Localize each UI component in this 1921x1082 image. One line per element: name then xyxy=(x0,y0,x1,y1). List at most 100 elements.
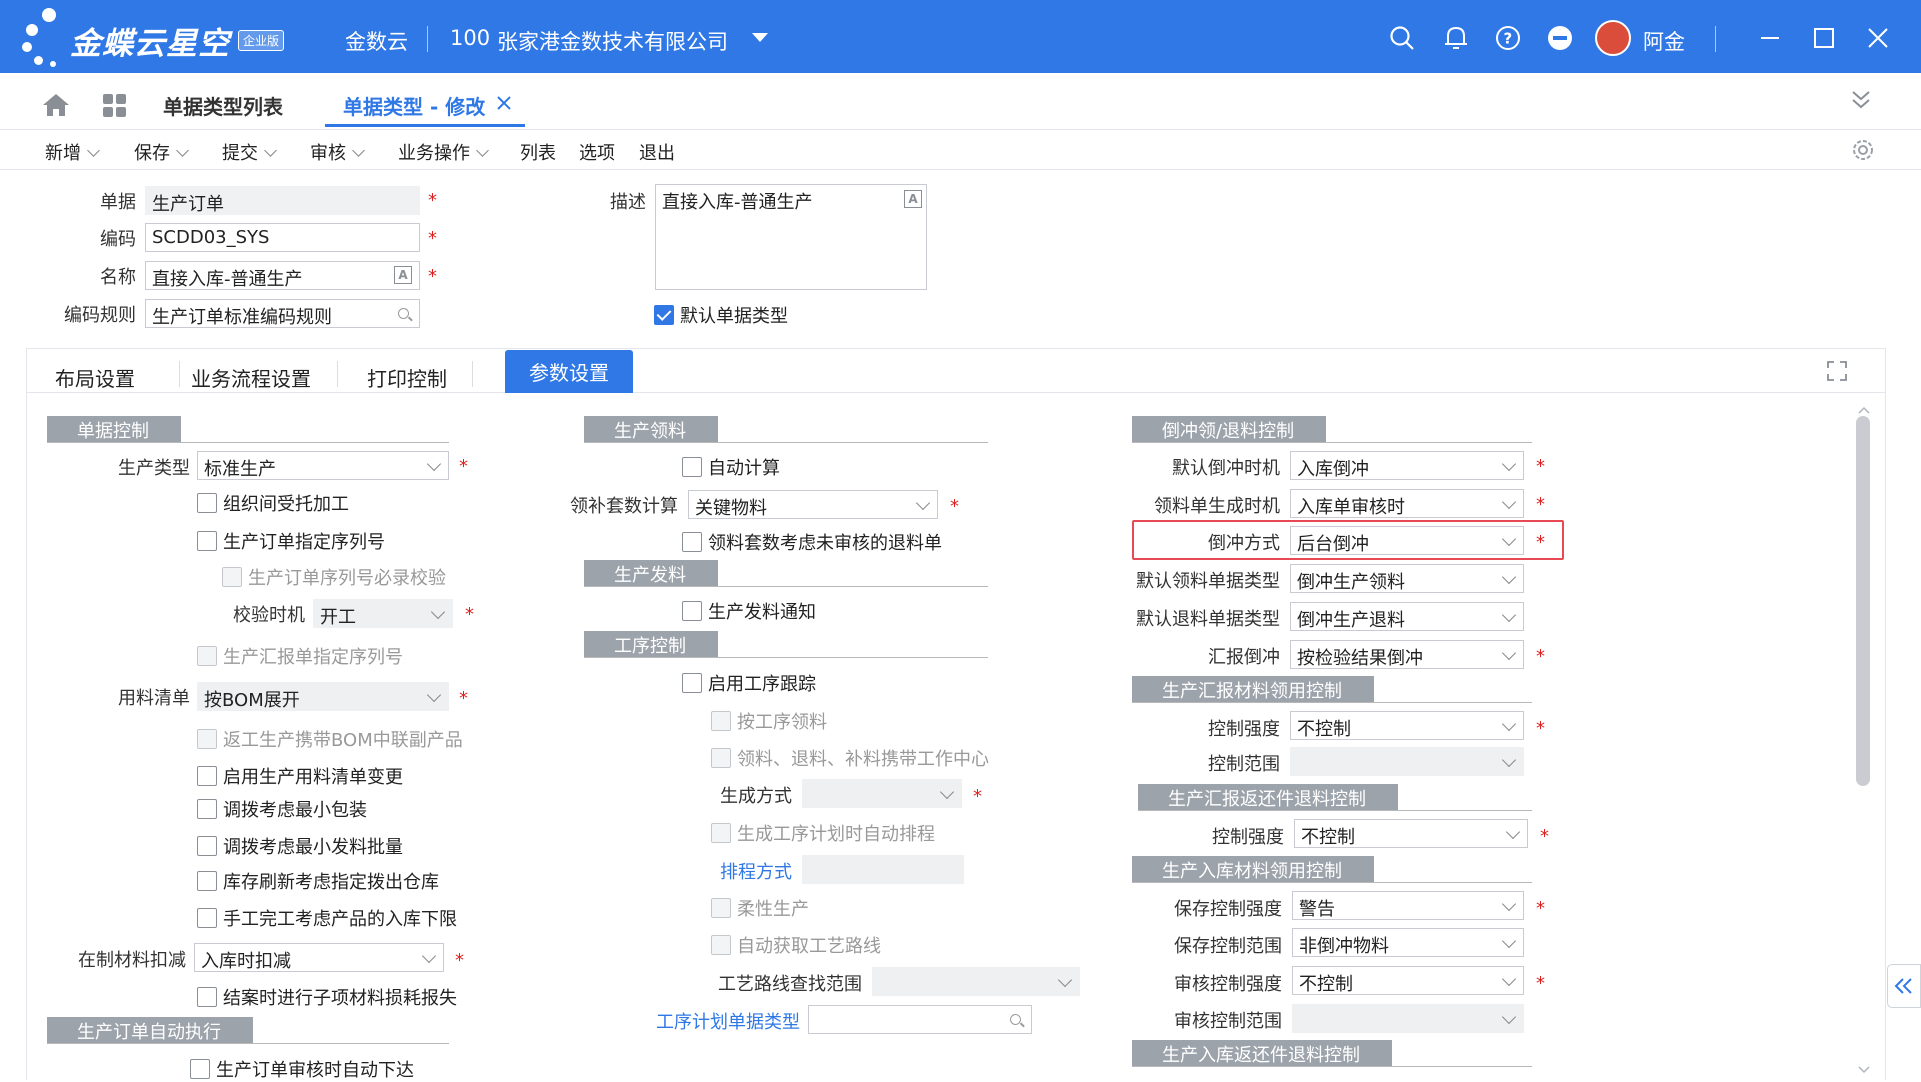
outsource-checkbox[interactable]: 组织间受托加工 xyxy=(197,490,349,516)
op-plan-type-link[interactable]: 工序计划单据类型 xyxy=(640,1008,800,1034)
op-track-checkbox[interactable]: 启用工序跟踪 xyxy=(682,670,816,696)
rm-range-select[interactable] xyxy=(1290,747,1524,776)
code-rule-field[interactable]: 生产订单标准编码规则 xyxy=(145,299,420,328)
scroll-down-icon[interactable] xyxy=(1858,1060,1870,1079)
audit-button[interactable]: 审核 xyxy=(310,139,365,165)
min-pack-checkbox[interactable]: 调拨考虑最小包装 xyxy=(197,796,367,822)
issue-notice-checkbox[interactable]: 生产发料通知 xyxy=(682,598,816,624)
checkbox-box[interactable] xyxy=(197,836,217,856)
maximize-icon[interactable] xyxy=(1810,24,1838,52)
report-seq-checkbox[interactable]: 生产汇报单指定序列号 xyxy=(197,643,403,669)
bell-icon[interactable] xyxy=(1442,24,1470,52)
auto-schedule-checkbox[interactable]: 生成工序计划时自动排程 xyxy=(711,820,935,846)
checkbox-box[interactable] xyxy=(711,935,731,955)
checkbox-box[interactable] xyxy=(197,871,217,891)
default-time-select[interactable]: 入库倒冲 xyxy=(1290,451,1524,480)
checkbox-box[interactable] xyxy=(682,457,702,477)
audit-range-select[interactable] xyxy=(1292,1004,1524,1033)
checkbox-box[interactable] xyxy=(197,908,217,928)
tab-bill-type-list[interactable]: 单据类型列表 xyxy=(163,91,283,120)
settings-gear-icon[interactable] xyxy=(1851,138,1875,166)
tab-business-flow[interactable]: 业务流程设置 xyxy=(191,363,311,392)
multilang-icon[interactable]: A xyxy=(904,190,922,208)
help-icon[interactable]: ? xyxy=(1494,24,1522,52)
list-button[interactable]: 列表 xyxy=(520,139,556,165)
search-icon[interactable] xyxy=(398,308,409,319)
collapse-double-chevron-icon[interactable] xyxy=(1850,89,1872,115)
seq-checkbox[interactable]: 生产订单指定序列号 xyxy=(197,528,385,554)
flexible-checkbox[interactable]: 柔性生产 xyxy=(711,895,809,921)
report-backflush-select[interactable]: 按检验结果倒冲 xyxy=(1290,640,1524,669)
desc-field[interactable]: 直接入库-普通生产 xyxy=(655,184,927,290)
user-name[interactable]: 阿金 xyxy=(1643,26,1685,56)
tab-parameter-settings[interactable]: 参数设置 xyxy=(505,350,633,393)
save-range-select[interactable]: 非倒冲物料 xyxy=(1292,928,1524,957)
schedule-mode-field[interactable] xyxy=(802,855,964,884)
checkbox-box[interactable] xyxy=(682,601,702,621)
checkbox-box[interactable] xyxy=(197,531,217,551)
backflush-method-select[interactable]: 后台倒冲 xyxy=(1290,526,1524,555)
status-icon[interactable] xyxy=(1546,24,1574,52)
route-range-select[interactable] xyxy=(872,967,1080,996)
stock-refresh-checkbox[interactable]: 库存刷新考虑指定拨出仓库 xyxy=(197,868,439,894)
submit-button[interactable]: 提交 xyxy=(222,139,277,165)
vertical-scrollbar[interactable] xyxy=(1856,416,1870,786)
checkbox-box[interactable] xyxy=(222,567,242,587)
org-name[interactable]: 张家港金数技术有限公司 xyxy=(497,26,728,56)
schedule-mode-link[interactable]: 排程方式 xyxy=(700,858,792,884)
gen-time-select[interactable]: 入库单审核时 xyxy=(1290,489,1524,518)
op-center-checkbox[interactable]: 领料、退料、补料携带工作中心 xyxy=(711,745,989,771)
rr-strength-select[interactable]: 不控制 xyxy=(1294,819,1528,848)
checkbox-box[interactable] xyxy=(682,673,702,693)
options-button[interactable]: 选项 xyxy=(579,139,615,165)
seq-check-checkbox[interactable]: 生产订单序列号必录校验 xyxy=(222,564,446,590)
save-button[interactable]: 保存 xyxy=(134,139,189,165)
search-icon[interactable] xyxy=(1010,1014,1021,1025)
checkbox-box[interactable] xyxy=(197,729,217,749)
checkbox-box[interactable] xyxy=(190,1059,210,1079)
min-batch-checkbox[interactable]: 调拨考虑最小发料批量 xyxy=(197,833,403,859)
op-pick-checkbox[interactable]: 按工序领料 xyxy=(711,708,827,734)
auto-calc-checkbox[interactable]: 自动计算 xyxy=(682,454,780,480)
checkbox-box[interactable] xyxy=(197,799,217,819)
org-dropdown-icon[interactable] xyxy=(746,24,774,52)
checkbox-box[interactable] xyxy=(711,823,731,843)
checkbox-box[interactable] xyxy=(197,766,217,786)
gen-mode-select[interactable] xyxy=(802,779,962,808)
side-panel-toggle[interactable] xyxy=(1887,964,1921,1008)
wip-select[interactable]: 入库时扣减 xyxy=(194,943,444,972)
check-time-select[interactable]: 开工 xyxy=(313,599,453,628)
checkbox-box[interactable] xyxy=(711,898,731,918)
checkbox-box[interactable] xyxy=(711,711,731,731)
kit-unaudited-checkbox[interactable]: 领料套数考虑未审核的退料单 xyxy=(682,529,942,555)
close-tab-icon[interactable] xyxy=(496,95,512,115)
audit-strength-select[interactable]: 不控制 xyxy=(1292,966,1524,995)
new-button[interactable]: 新增 xyxy=(45,139,100,165)
tab-layout[interactable]: 布局设置 xyxy=(55,363,135,392)
auto-route-checkbox[interactable]: 自动获取工艺路线 xyxy=(711,932,881,958)
multilang-icon[interactable]: A xyxy=(394,266,412,284)
rm-strength-select[interactable]: 不控制 xyxy=(1290,711,1524,740)
manual-finish-checkbox[interactable]: 手工完工考虑产品的入库下限 xyxy=(197,905,457,931)
default-bill-type-checkbox[interactable]: 默认单据类型 xyxy=(654,302,788,328)
business-ops-button[interactable]: 业务操作 xyxy=(398,139,489,165)
avatar[interactable] xyxy=(1595,20,1631,56)
tab-print-control[interactable]: 打印控制 xyxy=(367,363,447,392)
expand-icon[interactable] xyxy=(1827,361,1847,385)
exit-button[interactable]: 退出 xyxy=(639,139,675,165)
bom-select[interactable]: 按BOM展开 xyxy=(197,682,449,711)
bom-change-checkbox[interactable]: 启用生产用料清单变更 xyxy=(197,763,403,789)
checkbox-box[interactable] xyxy=(682,532,702,552)
tab-bill-type-edit[interactable]: 单据类型 - 修改 xyxy=(343,91,485,120)
name-field[interactable]: 直接入库-普通生产 xyxy=(145,261,420,290)
rework-checkbox[interactable]: 返工生产携带BOM中联副产品 xyxy=(197,726,463,752)
home-icon[interactable] xyxy=(42,93,70,121)
checkbox-box[interactable] xyxy=(197,493,217,513)
code-field[interactable]: SCDD03_SYS xyxy=(145,223,420,252)
op-plan-type-field[interactable] xyxy=(808,1005,1032,1034)
checkbox-box[interactable] xyxy=(711,748,731,768)
checkbox-box[interactable] xyxy=(197,987,217,1007)
closing-checkbox[interactable]: 结案时进行子项材料损耗报失 xyxy=(197,984,457,1010)
close-window-icon[interactable] xyxy=(1864,24,1892,52)
save-strength-select[interactable]: 警告 xyxy=(1292,891,1524,920)
